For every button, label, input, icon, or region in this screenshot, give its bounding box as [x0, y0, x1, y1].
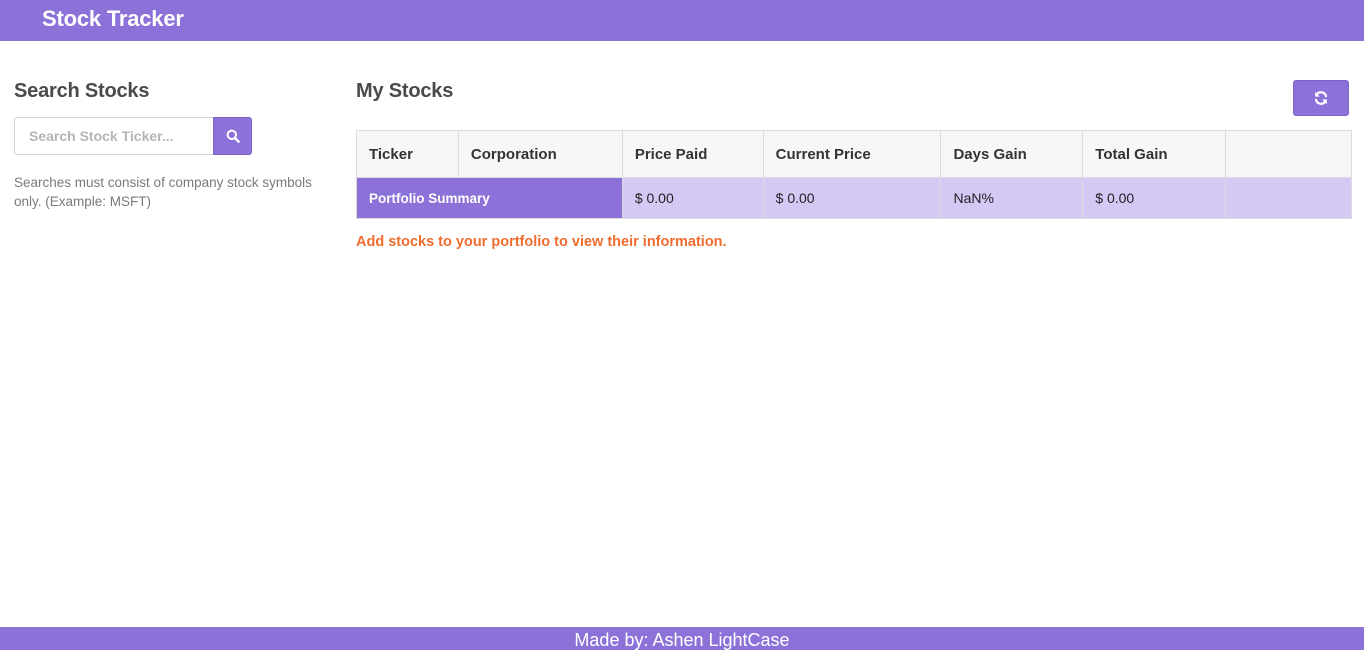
portfolio-panel: My Stocks Ticker Corporation Price Paid …: [356, 80, 1352, 250]
summary-label: Portfolio Summary: [356, 177, 623, 219]
search-panel: Search Stocks Searches must consist of c…: [14, 80, 324, 211]
summary-days-gain: NaN%: [940, 177, 1084, 219]
footer-credit: Made by: Ashen LightCase: [574, 630, 790, 650]
summary-total-gain: $ 0.00: [1082, 177, 1227, 219]
col-corporation[interactable]: Corporation: [457, 130, 623, 178]
refresh-button[interactable]: [1293, 80, 1349, 116]
summary-current-price: $ 0.00: [762, 177, 942, 219]
search-button[interactable]: [213, 117, 252, 155]
summary-price-paid: $ 0.00: [621, 177, 764, 219]
footer: Made by: Ashen LightCase: [0, 627, 1364, 650]
col-total-gain[interactable]: Total Gain: [1082, 130, 1227, 178]
stocks-table: Ticker Corporation Price Paid Current Pr…: [356, 130, 1352, 219]
search-help-text: Searches must consist of company stock s…: [14, 175, 312, 209]
summary-extra: [1225, 177, 1352, 219]
col-current-price[interactable]: Current Price: [762, 130, 942, 178]
refresh-icon: [1314, 91, 1328, 105]
portfolio-summary-row: Portfolio Summary $ 0.00 $ 0.00 NaN% $ 0…: [356, 177, 1352, 219]
table-header-row: Ticker Corporation Price Paid Current Pr…: [356, 130, 1352, 178]
search-group: [14, 117, 252, 155]
col-ticker[interactable]: Ticker: [356, 130, 459, 178]
col-price-paid[interactable]: Price Paid: [621, 130, 764, 178]
brand-title[interactable]: Stock Tracker: [42, 6, 184, 32]
search-icon: [226, 129, 240, 143]
search-heading: Search Stocks: [14, 80, 150, 102]
search-input[interactable]: [14, 117, 213, 155]
col-days-gain[interactable]: Days Gain: [940, 130, 1084, 178]
empty-portfolio-notice: Add stocks to your portfolio to view the…: [356, 234, 727, 250]
col-actions: [1225, 130, 1352, 178]
navbar: Stock Tracker: [0, 0, 1364, 41]
portfolio-heading: My Stocks: [356, 80, 454, 102]
